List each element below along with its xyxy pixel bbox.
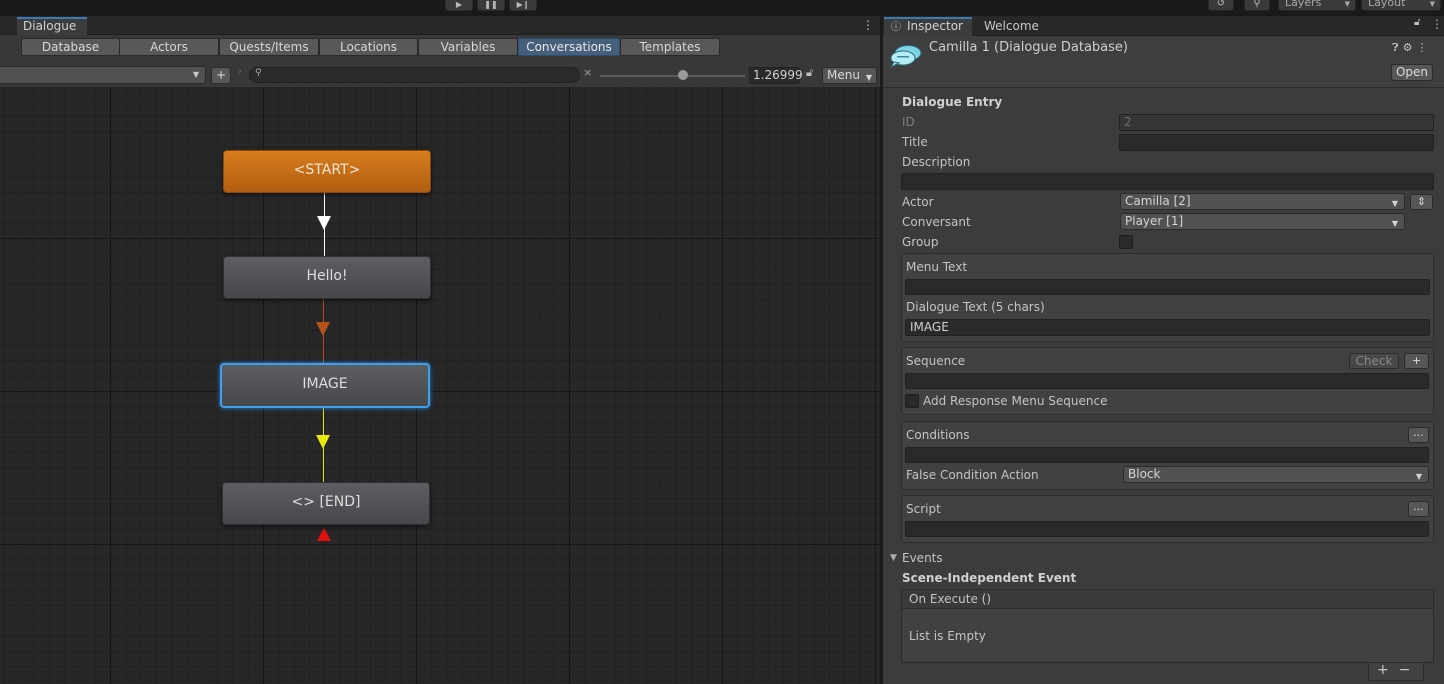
title-label: Title: [902, 135, 928, 149]
tab-inspector[interactable]: ⓘ Inspector: [884, 17, 972, 36]
dialogue-text-field[interactable]: IMAGE: [905, 319, 1430, 336]
sequence-add-button[interactable]: +: [1404, 353, 1429, 369]
search-input[interactable]: ⚲: [249, 67, 580, 83]
info-icon: ⓘ: [891, 22, 901, 33]
chevron-down-icon: ▼: [1415, 472, 1422, 481]
history-icon[interactable]: ↺: [1208, 0, 1234, 11]
add-event-button[interactable]: +: [1377, 662, 1399, 678]
open-button[interactable]: Open: [1391, 64, 1433, 81]
zoom-value-field[interactable]: 1.26999: [749, 67, 803, 84]
play-button[interactable]: ▶: [445, 0, 473, 11]
on-execute-label: On Execute (): [909, 592, 992, 606]
zoom-slider-thumb[interactable]: [677, 70, 688, 80]
actor-swap-button[interactable]: ⇕: [1410, 194, 1433, 210]
id-label: ID: [902, 115, 915, 129]
conversant-label: Conversant: [902, 215, 971, 229]
link-arrow: [317, 216, 331, 230]
add-conversation-button[interactable]: +: [211, 67, 231, 84]
tab-quests-items[interactable]: Quests/Items: [219, 38, 319, 56]
menu-dropdown[interactable]: Menu ▼: [822, 67, 877, 84]
layout-dropdown[interactable]: Layout ▼: [1361, 0, 1441, 11]
dialogue-database-icon: [889, 45, 922, 68]
actor-label: Actor: [902, 195, 934, 209]
tab-inspector-label: Inspector: [907, 19, 963, 33]
add-response-checkbox[interactable]: [905, 394, 919, 408]
end-marker-icon: [317, 528, 331, 541]
list-footer: +−: [1368, 663, 1424, 681]
settings-icon[interactable]: ⚙︎: [1403, 41, 1417, 54]
more-options-icon[interactable]: ⋮: [862, 18, 874, 34]
chevron-down-icon: ▼: [1391, 219, 1398, 228]
sequence-field[interactable]: [905, 373, 1429, 389]
node-hello[interactable]: Hello!: [223, 256, 431, 299]
lock-icon[interactable]: 🔓︎: [806, 66, 813, 80]
tab-dialogue[interactable]: Dialogue: [17, 17, 87, 35]
check-button[interactable]: Check: [1349, 353, 1399, 369]
tab-conversations[interactable]: Conversations: [518, 38, 620, 56]
link-arrow: [316, 322, 330, 336]
description-field[interactable]: [901, 173, 1434, 190]
clear-search-button[interactable]: ×: [583, 66, 592, 79]
tab-variables[interactable]: Variables: [418, 38, 518, 56]
layers-dropdown[interactable]: Layers ▼: [1278, 0, 1356, 11]
dialogue-text-label: Dialogue Text (5 chars): [906, 300, 1045, 314]
lock-icon[interactable]: 🔓︎: [1414, 17, 1420, 28]
scene-independent-label: Scene-Independent Event: [902, 571, 1077, 585]
chevron-down-icon: ▼: [192, 70, 199, 79]
header-tools: ❓︎⚙︎⋮: [1392, 41, 1432, 55]
tab-templates[interactable]: Templates: [620, 38, 720, 56]
tab-actors[interactable]: Actors: [119, 38, 219, 56]
search-icon: ⚲: [255, 68, 262, 78]
list-empty-label: List is Empty: [909, 629, 986, 643]
tab-welcome[interactable]: Welcome: [984, 18, 1039, 34]
conversation-dropdown[interactable]: ▼: [0, 66, 206, 84]
add-response-label: Add Response Menu Sequence: [923, 394, 1108, 408]
foldout-arrow-icon[interactable]: ▼: [890, 553, 897, 563]
title-field[interactable]: [1119, 134, 1434, 151]
false-condition-dropdown[interactable]: Block ▼: [1123, 466, 1429, 483]
section-title: Dialogue Entry: [902, 95, 1003, 109]
sequence-label: Sequence: [906, 354, 966, 368]
object-title: Camilla 1 (Dialogue Database): [929, 40, 1128, 55]
menu-text-field[interactable]: [905, 279, 1430, 295]
node-image[interactable]: IMAGE: [220, 363, 430, 408]
search-icon[interactable]: ⚲: [1244, 0, 1270, 11]
script-label: Script: [906, 502, 941, 516]
description-label: Description: [902, 155, 971, 169]
remove-event-button[interactable]: −: [1399, 662, 1421, 678]
chevron-down-icon: ▼: [1391, 199, 1398, 208]
more-options-icon[interactable]: ⋮: [1417, 41, 1432, 54]
node-graph-canvas[interactable]: [0, 87, 880, 684]
events-foldout[interactable]: Events: [902, 551, 943, 565]
tab-database[interactable]: Database: [21, 38, 120, 56]
script-editor-button[interactable]: ...: [1408, 501, 1429, 517]
actor-dropdown[interactable]: Camilla [2] ▼: [1120, 193, 1405, 210]
link-arrow: [316, 435, 330, 449]
conditions-field[interactable]: [905, 447, 1429, 463]
conversant-dropdown[interactable]: Player [1] ▼: [1120, 213, 1405, 230]
zoom-slider[interactable]: [600, 75, 745, 77]
tab-locations[interactable]: Locations: [319, 38, 418, 56]
id-field: 2: [1119, 114, 1434, 131]
group-checkbox[interactable]: [1119, 235, 1133, 249]
dialogue-tabstrip: [0, 16, 880, 35]
pause-button[interactable]: ❚❚: [477, 0, 505, 11]
script-field[interactable]: [905, 521, 1429, 537]
menu-text-label: Menu Text: [906, 260, 968, 274]
conditions-label: Conditions: [906, 428, 970, 442]
false-condition-label: False Condition Action: [906, 468, 1039, 482]
conditions-editor-button[interactable]: ...: [1408, 427, 1429, 443]
group-label: Group: [902, 235, 939, 249]
more-options-icon[interactable]: ⋮: [1431, 17, 1443, 31]
help-icon[interactable]: ❓︎: [1392, 41, 1403, 54]
chevron-right-icon: ›: [238, 66, 242, 77]
step-button[interactable]: ▶❙: [509, 0, 537, 11]
node-start[interactable]: <START>: [223, 150, 431, 193]
node-end[interactable]: <> [END]: [222, 482, 430, 525]
